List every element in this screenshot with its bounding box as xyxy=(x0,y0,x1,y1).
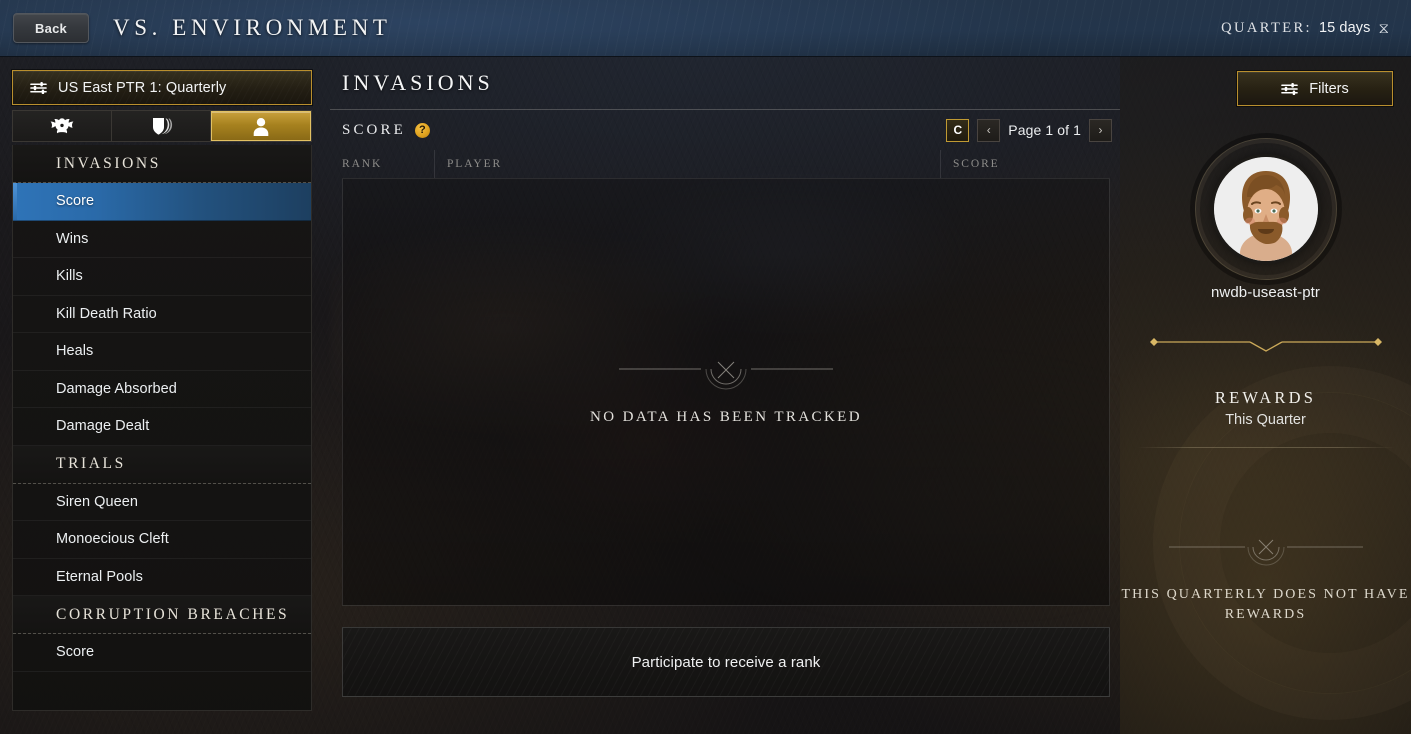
rewards-title: REWARDS xyxy=(1214,388,1317,407)
sidebar-item-corruption-score[interactable]: Score xyxy=(13,634,311,672)
tune-icon xyxy=(1281,82,1299,95)
column-header-rank: RANK xyxy=(342,158,383,170)
tab-war[interactable] xyxy=(13,111,112,141)
pagination: C ‹ Page 1 of 1 › xyxy=(946,118,1112,142)
sidebar-item-damage-dealt[interactable]: Damage Dealt xyxy=(13,408,311,446)
nav-section-corruption-breaches: CORRUPTION BREACHES xyxy=(13,596,311,634)
column-header-player: PLAYER xyxy=(434,150,940,178)
rewards-empty-state: THIS QUARTERLY DOES NOT HAVE REWARDS xyxy=(1120,534,1411,626)
refresh-button[interactable]: C xyxy=(946,118,970,142)
quarter-indicator: QUARTER: 15 days ⧖ xyxy=(1221,20,1389,37)
empty-state: NO DATA HAS BEEN TRACKED xyxy=(590,356,862,429)
sidebar-item-eternal-pools[interactable]: Eternal Pools xyxy=(13,559,311,596)
filters-button[interactable]: Filters xyxy=(1237,71,1393,106)
help-icon[interactable]: ? xyxy=(414,122,430,138)
quarter-value: 15 days xyxy=(1318,20,1371,36)
ornament-divider-icon xyxy=(1168,539,1363,566)
server-selector[interactable]: US East PTR 1: Quarterly xyxy=(12,70,312,105)
hourglass-icon: ⧖ xyxy=(1378,19,1389,37)
right-panel: nwdb-useast-ptr REWARDS This Quarter THI… xyxy=(1120,57,1411,734)
quarter-label: QUARTER: xyxy=(1221,19,1312,36)
leaderboard-table-body: NO DATA HAS BEEN TRACKED xyxy=(342,178,1110,606)
rewards-divider xyxy=(1136,447,1395,448)
avatar-frame xyxy=(1194,138,1337,280)
nav-section-invasions: INVASIONS xyxy=(13,145,311,183)
server-label: US East PTR 1: Quarterly xyxy=(58,79,227,96)
sidebar-nav: INVASIONS Score Wins Kills Kill Death Ra… xyxy=(12,145,312,711)
tab-company[interactable] xyxy=(112,111,211,141)
sidebar-item-damage-absorbed[interactable]: Damage Absorbed xyxy=(13,371,311,408)
rewards-empty-message: THIS QUARTERLY DOES NOT HAVE REWARDS xyxy=(1121,587,1410,623)
avatar[interactable] xyxy=(1213,157,1318,261)
gold-divider-icon xyxy=(1149,338,1382,352)
column-header-score: SCORE xyxy=(940,150,1120,178)
leaderboard-metric-label: SCORE xyxy=(342,121,406,138)
top-bar: Back VS. ENVIRONMENT QUARTER: 15 days ⧖ xyxy=(0,0,1411,57)
rewards-subtitle: This Quarter xyxy=(1225,412,1306,428)
empty-state-message: NO DATA HAS BEEN TRACKED xyxy=(590,408,862,425)
sidebar-item-kills[interactable]: Kills xyxy=(13,258,311,296)
leaderboard-subheader: SCORE ? C ‹ Page 1 of 1 › xyxy=(330,110,1120,150)
back-button[interactable]: Back xyxy=(13,13,89,43)
main-header: INVASIONS xyxy=(330,57,1120,110)
next-page-button[interactable]: › xyxy=(1089,118,1112,142)
filters-label: Filters xyxy=(1309,80,1349,97)
main-panel: INVASIONS SCORE ? C ‹ Page 1 of 1 › RANK… xyxy=(330,57,1120,734)
username: nwdb-useast-ptr xyxy=(1210,284,1321,301)
page-title: VS. ENVIRONMENT xyxy=(113,15,392,40)
scope-tabs xyxy=(12,110,312,142)
ornament-divider-icon xyxy=(619,361,833,390)
shields-icon xyxy=(153,117,173,135)
tab-individual[interactable] xyxy=(211,111,311,141)
avatar-portrait-icon xyxy=(1213,157,1318,261)
sidebar-item-heals[interactable]: Heals xyxy=(13,333,311,371)
war-helm-icon xyxy=(50,118,74,134)
sidebar-item-siren-queen[interactable]: Siren Queen xyxy=(13,484,311,521)
sidebar-item-monoecious-cleft[interactable]: Monoecious Cleft xyxy=(13,521,311,559)
participate-banner[interactable]: Participate to receive a rank xyxy=(342,627,1110,697)
sidebar-item-kill-death-ratio[interactable]: Kill Death Ratio xyxy=(13,296,311,333)
prev-page-button[interactable]: ‹ xyxy=(977,118,1001,142)
nav-section-trials: TRIALS xyxy=(13,445,311,484)
table-header-row: RANK PLAYER SCORE xyxy=(330,150,1120,178)
sidebar-item-invasions-score[interactable]: Score xyxy=(13,183,311,221)
page-indicator: Page 1 of 1 xyxy=(1008,122,1081,138)
person-icon xyxy=(253,117,269,136)
sidebar-item-wins[interactable]: Wins xyxy=(13,221,311,258)
sidebar: US East PTR 1: Quarterly INVASIONS Score xyxy=(12,70,312,711)
tune-icon xyxy=(30,81,47,94)
main-title: INVASIONS xyxy=(342,70,494,95)
participate-label: Participate to receive a rank xyxy=(631,653,821,671)
